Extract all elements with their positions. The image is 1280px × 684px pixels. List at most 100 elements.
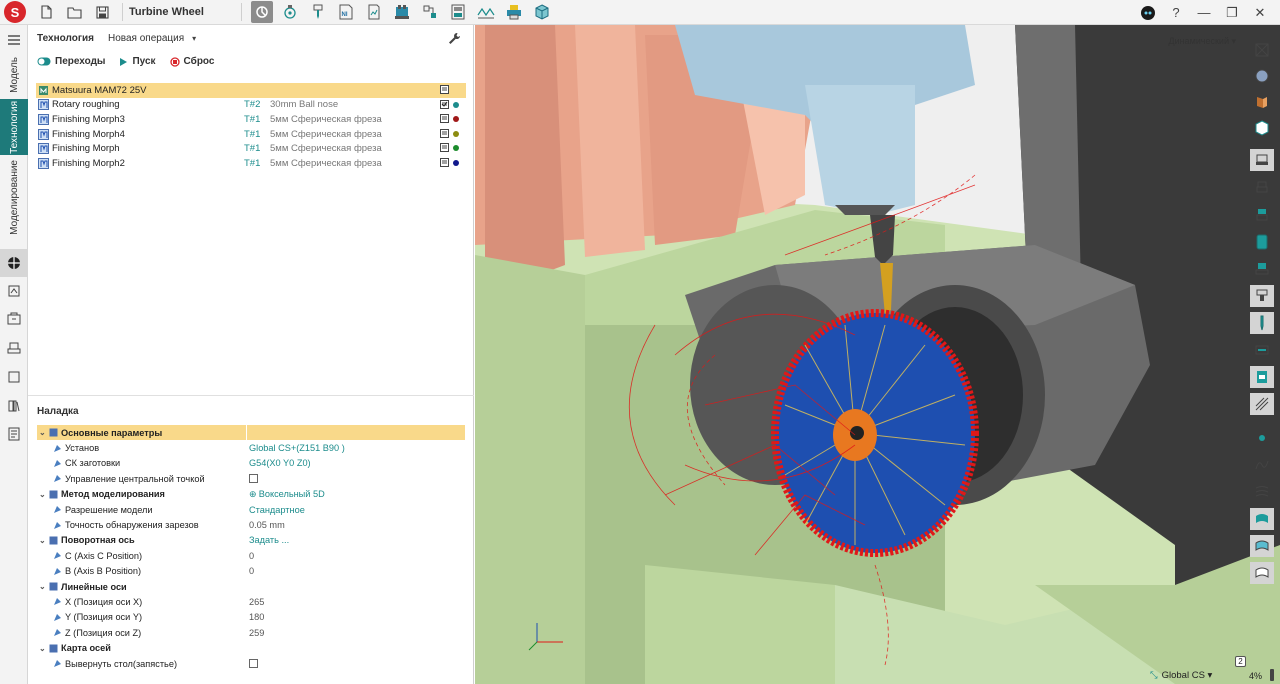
- hamburger-menu-icon[interactable]: [6, 32, 22, 48]
- toolpath-icon[interactable]: [475, 1, 497, 23]
- property-value[interactable]: 259: [249, 628, 264, 638]
- show-machine-icon[interactable]: [1250, 149, 1274, 171]
- property-row[interactable]: Y (Позиция оси Y) 180: [37, 610, 465, 625]
- render-sphere-icon[interactable]: [1250, 65, 1274, 87]
- view-cube-icon[interactable]: [1250, 117, 1274, 139]
- property-value[interactable]: G54(X0 Y0 Z0): [249, 458, 311, 468]
- chevron-down-icon[interactable]: ▾: [192, 34, 196, 43]
- transitions-button[interactable]: Переходы: [37, 56, 105, 67]
- operation-color-dot[interactable]: [453, 101, 459, 108]
- note-icon[interactable]: [440, 157, 449, 168]
- checkbox[interactable]: [249, 474, 258, 484]
- view-mode-dropdown[interactable]: Динамический ▾: [1168, 36, 1236, 47]
- property-group-row[interactable]: ⌄ Карта осей: [37, 640, 465, 655]
- sidebar-tool-machine[interactable]: [4, 309, 24, 329]
- property-row[interactable]: Установ Global CS+(Z151 B90 ): [37, 440, 465, 455]
- chevron-down-icon[interactable]: ⌄: [39, 490, 47, 499]
- save-icon[interactable]: [91, 1, 113, 23]
- property-value[interactable]: Задать ...: [249, 535, 289, 545]
- property-value[interactable]: Стандартное: [249, 505, 305, 515]
- new-file-icon[interactable]: [35, 1, 57, 23]
- show-toolpath-icon[interactable]: [1250, 339, 1274, 361]
- property-row[interactable]: Управление центральной точкой: [37, 471, 465, 486]
- simulation-icon[interactable]: [447, 1, 469, 23]
- property-row[interactable]: СК заготовки G54(X0 Y0 Z0): [37, 456, 465, 471]
- show-tool-icon[interactable]: [1250, 312, 1274, 334]
- user-avatar-icon[interactable]: [1134, 2, 1162, 24]
- sidebar-tool-stock[interactable]: [4, 338, 24, 358]
- chevron-down-icon[interactable]: ⌄: [39, 536, 47, 545]
- sidebar-tool-setup[interactable]: [0, 249, 28, 277]
- help-button[interactable]: ?: [1162, 2, 1190, 24]
- property-row[interactable]: Разрешение модели Стандартное: [37, 502, 465, 517]
- note-icon[interactable]: [440, 128, 449, 139]
- show-spindle-icon[interactable]: [1250, 177, 1274, 199]
- note-icon[interactable]: [440, 85, 449, 95]
- operation-color-dot[interactable]: [453, 159, 459, 166]
- chevron-down-icon[interactable]: ⌄: [39, 644, 47, 653]
- surface-wire-icon[interactable]: [1250, 562, 1274, 584]
- property-row[interactable]: C (Axis C Position) 0: [37, 548, 465, 563]
- machine-setup-icon[interactable]: [251, 1, 273, 23]
- show-fixture-icon[interactable]: [1250, 258, 1274, 280]
- property-checkbox-cell[interactable]: [249, 659, 258, 669]
- property-row[interactable]: Точность обнаружения зарезов 0.05 mm: [37, 517, 465, 532]
- surface-shaded-icon[interactable]: [1250, 535, 1274, 557]
- open-folder-icon[interactable]: [63, 1, 85, 23]
- property-group-row[interactable]: ⌄ Метод моделирования ⊕ Воксельный 5D: [37, 487, 465, 502]
- tab-technology[interactable]: Технология: [0, 99, 28, 155]
- view-fit-icon[interactable]: [1250, 39, 1274, 61]
- sidebar-tool-report[interactable]: [4, 424, 24, 444]
- operation-row[interactable]: Finishing Morph2 T#1 5мм Сферическая фреза: [36, 156, 466, 171]
- notification-badge[interactable]: 2: [1235, 656, 1246, 667]
- 3d-viewport[interactable]: Динамический ▾ 2 ⤡ Global CS ▾ 4%: [475, 25, 1280, 684]
- property-value[interactable]: 180: [249, 612, 264, 622]
- sidebar-tool-library[interactable]: [4, 396, 24, 416]
- surface-icon[interactable]: [1250, 481, 1274, 503]
- sidebar-tool-fixture[interactable]: [4, 281, 24, 301]
- hatch-icon[interactable]: [1250, 393, 1274, 415]
- property-group-row[interactable]: ⌄ Линейные оси: [37, 579, 465, 594]
- operation-row[interactable]: Finishing Morph T#1 5мм Сферическая фреза: [36, 141, 466, 156]
- machine-row[interactable]: Matsuura MAM72 25V: [36, 83, 466, 98]
- minimize-button[interactable]: —: [1190, 2, 1218, 24]
- chevron-down-icon[interactable]: ⌄: [39, 582, 47, 591]
- property-value[interactable]: ⊕ Воксельный 5D: [249, 489, 325, 500]
- fixture-icon[interactable]: [391, 1, 413, 23]
- restore-button[interactable]: ❐: [1218, 2, 1246, 24]
- show-holder-icon[interactable]: [1250, 285, 1274, 307]
- chevron-down-icon[interactable]: ⌄: [39, 428, 47, 437]
- wrench-icon[interactable]: [448, 32, 461, 48]
- tool-library-icon[interactable]: [419, 1, 441, 23]
- property-value[interactable]: 0: [249, 566, 254, 576]
- curve-icon[interactable]: [1250, 454, 1274, 476]
- app-logo-icon[interactable]: S: [4, 1, 26, 23]
- sidebar-tool-part[interactable]: [4, 367, 24, 387]
- show-collision-icon[interactable]: [1250, 366, 1274, 388]
- panel-splitter[interactable]: [28, 395, 474, 396]
- operation-color-dot[interactable]: [453, 116, 459, 123]
- operation-row[interactable]: Finishing Morph4 T#1 5мм Сферическая фреза: [36, 127, 466, 142]
- tab-modeling[interactable]: Моделирование: [0, 159, 28, 235]
- new-operation-dropdown[interactable]: Новая операция: [108, 33, 184, 44]
- property-row[interactable]: Вывернуть стол(запястье): [37, 656, 465, 671]
- operation-row[interactable]: Finishing Morph3 T#1 5мм Сферическая фреза: [36, 112, 466, 127]
- property-row[interactable]: B (Axis B Position) 0: [37, 564, 465, 579]
- show-stock-icon[interactable]: [1250, 204, 1274, 226]
- material-icon[interactable]: [1250, 91, 1274, 113]
- property-value[interactable]: 265: [249, 597, 264, 607]
- checkbox[interactable]: [249, 659, 258, 669]
- close-button[interactable]: ✕: [1246, 2, 1274, 24]
- start-button[interactable]: Пуск: [119, 56, 156, 67]
- note-icon[interactable]: [440, 114, 449, 124]
- operation-color-dot[interactable]: [453, 145, 459, 152]
- property-row[interactable]: X (Позиция оси X) 265: [37, 594, 465, 609]
- point-icon[interactable]: [1250, 427, 1274, 449]
- reset-button[interactable]: Сброс: [169, 56, 214, 67]
- checked-note-icon[interactable]: [440, 99, 449, 110]
- operation-color-dot[interactable]: [453, 130, 459, 137]
- property-checkbox-cell[interactable]: [249, 474, 258, 484]
- property-group-row[interactable]: ⌄ Основные параметры: [37, 425, 465, 441]
- tab-model[interactable]: Модель: [0, 55, 28, 95]
- property-row[interactable]: Z (Позиция оси Z) 259: [37, 625, 465, 640]
